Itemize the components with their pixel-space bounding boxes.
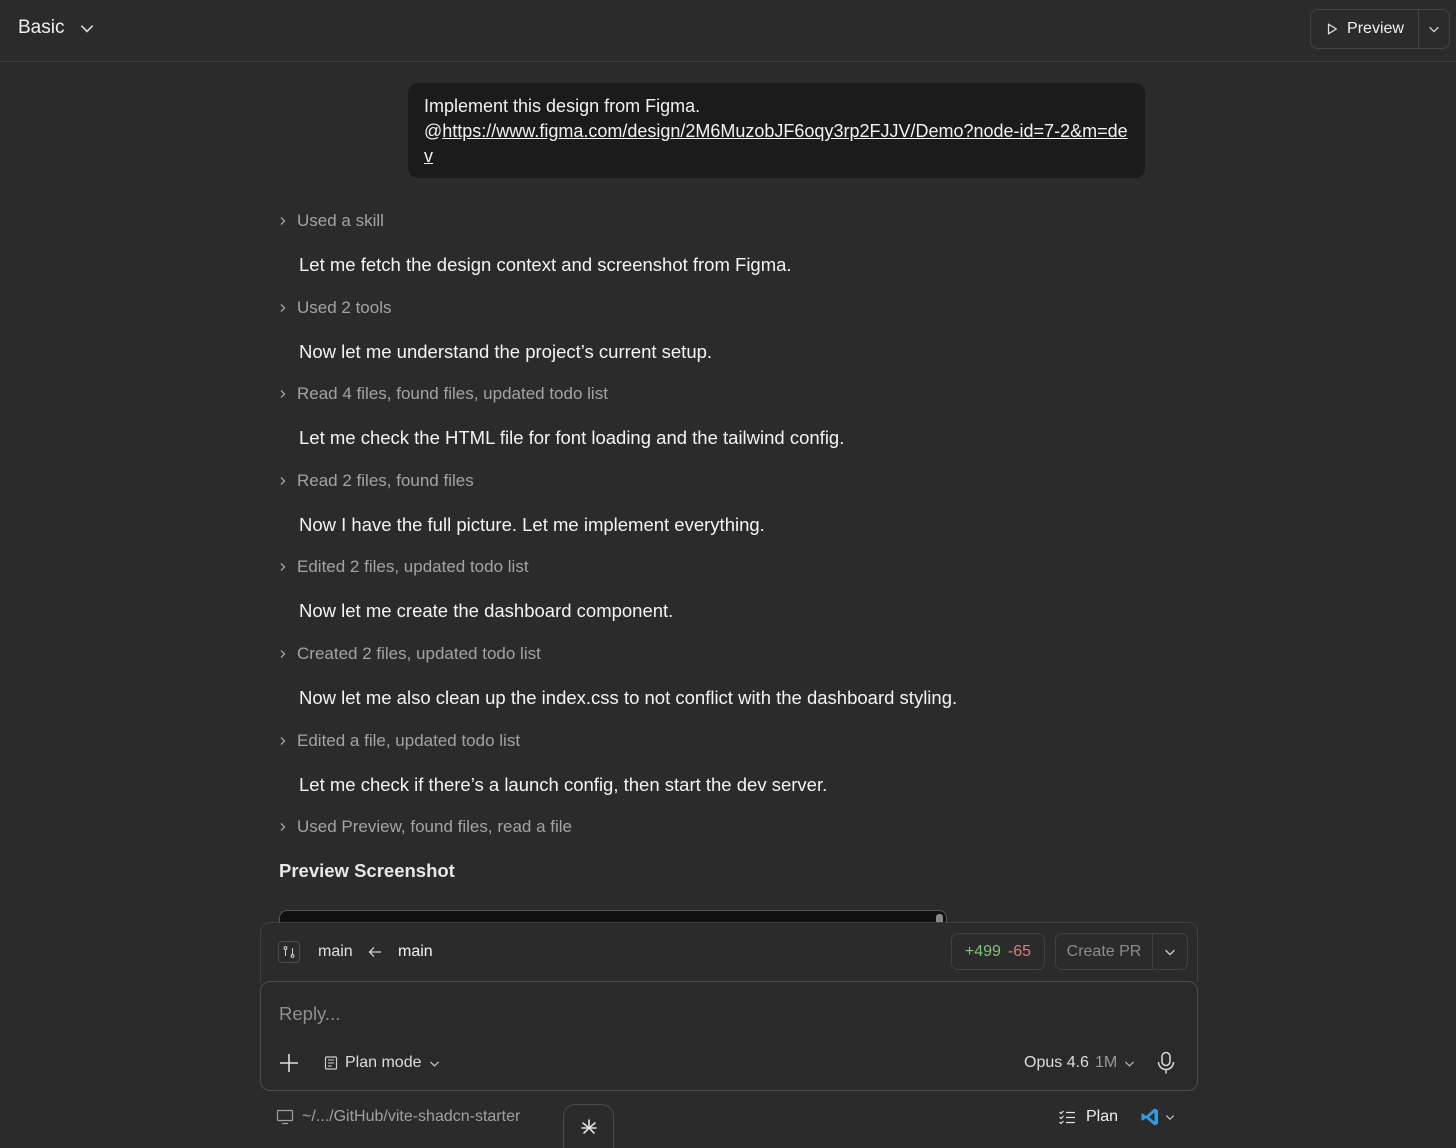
plan-label: Plan <box>1086 1108 1119 1125</box>
tool-step-collapsed[interactable]: Used Preview, found files, read a file <box>278 817 572 837</box>
model-context: 1M <box>1094 1054 1118 1071</box>
model-selector[interactable]: Opus 4.6 1M <box>1024 1054 1136 1072</box>
git-compare-icon <box>283 946 295 958</box>
checklist-icon <box>1059 1110 1075 1125</box>
preview-label: Preview <box>1347 20 1404 37</box>
chevron-right-icon <box>280 563 286 571</box>
assistant-message: Let me check the HTML file for font load… <box>299 427 845 448</box>
chevron-down-icon <box>429 1060 439 1067</box>
arrow-left-icon <box>367 945 383 964</box>
open-in-vscode-button[interactable] <box>1140 1107 1176 1127</box>
mode-label: Basic <box>18 17 65 38</box>
diff-stats-button[interactable]: +499 -65 <box>951 933 1045 970</box>
create-pr-button[interactable]: Create PR <box>1056 934 1153 969</box>
model-name: Opus 4.6 <box>1024 1054 1089 1071</box>
chevron-down-icon <box>1165 1115 1175 1121</box>
reply-composer: Plan mode Opus 4.6 1M <box>260 981 1198 1091</box>
assistant-message: Now I have the full picture. Let me impl… <box>299 514 765 535</box>
plus-icon[interactable] <box>278 1052 300 1074</box>
tool-step-label: Edited a file, updated todo list <box>297 731 521 750</box>
mention-symbol: @ <box>424 121 443 141</box>
plan-mode-label: Plan mode <box>345 1054 422 1071</box>
chevron-right-icon <box>280 217 286 225</box>
app-logo-tab[interactable] <box>563 1104 614 1148</box>
git-branch-icon[interactable] <box>278 941 300 963</box>
tool-step-collapsed[interactable]: Edited a file, updated todo list <box>278 731 520 751</box>
workspace-path-label: ~/.../GitHub/vite-shadcn-starter <box>302 1108 521 1125</box>
tool-step-collapsed[interactable]: Read 2 files, found files <box>278 471 474 491</box>
user-message-text: Implement this design from Figma. <box>424 96 701 116</box>
chevron-right-icon <box>280 390 286 398</box>
chevron-right-icon <box>280 304 286 312</box>
deletions-count: -65 <box>1007 942 1032 960</box>
chevron-right-icon <box>280 823 286 831</box>
create-pr-options-button[interactable] <box>1153 934 1187 969</box>
assistant-message: Let me fetch the design context and scre… <box>299 254 792 275</box>
tool-step-label: Edited 2 files, updated todo list <box>297 557 529 576</box>
chevron-down-icon <box>1165 949 1175 956</box>
chevron-down-icon <box>81 25 94 33</box>
monitor-icon <box>276 1109 294 1125</box>
chevron-down-icon <box>1429 26 1439 33</box>
preview-button[interactable]: Preview <box>1311 10 1419 48</box>
additions-count: +499 <box>964 942 1001 960</box>
create-pr-group: Create PR <box>1055 933 1188 970</box>
tool-step-label: Used Preview, found files, read a file <box>297 817 572 836</box>
tool-step-label: Read 4 files, found files, updated todo … <box>297 384 608 403</box>
tool-step-collapsed[interactable]: Created 2 files, updated todo list <box>278 644 541 664</box>
preview-options-button[interactable] <box>1419 10 1449 48</box>
chevron-right-icon <box>280 737 286 745</box>
source-branch[interactable]: main <box>318 943 353 961</box>
preview-button-group: Preview <box>1310 9 1450 49</box>
spark-logo-icon <box>580 1118 597 1134</box>
vscode-icon <box>1141 1108 1158 1126</box>
tool-step-collapsed[interactable]: Used 2 tools <box>278 298 392 318</box>
assistant-message: Now let me also clean up the index.css t… <box>299 687 958 708</box>
tool-step-label: Created 2 files, updated todo list <box>297 644 541 663</box>
assistant-message: Now let me understand the project’s curr… <box>299 341 713 362</box>
branch-bar: main main +499 -65 Create PR <box>260 922 1198 982</box>
chevron-right-icon <box>280 650 286 658</box>
assistant-message: Let me check if there’s a launch config,… <box>299 774 828 795</box>
plan-mode-icon <box>324 1056 338 1070</box>
tool-step-collapsed[interactable]: Used a skill <box>278 211 384 231</box>
target-branch[interactable]: main <box>398 943 433 961</box>
plan-mode-selector[interactable]: Plan mode <box>323 1054 441 1072</box>
chevron-right-icon <box>280 477 286 485</box>
tool-step-collapsed[interactable]: Edited 2 files, updated todo list <box>278 557 529 577</box>
reply-input[interactable] <box>279 1000 1159 1028</box>
top-bar: Basic Preview <box>0 0 1456 62</box>
tool-step-label: Read 2 files, found files <box>297 471 474 490</box>
tool-step-collapsed[interactable]: Read 4 files, found files, updated todo … <box>278 384 608 404</box>
mode-selector[interactable]: Basic <box>18 17 96 39</box>
chevron-down-icon <box>1125 1060 1135 1067</box>
assistant-message: Now let me create the dashboard componen… <box>299 600 674 621</box>
figma-link[interactable]: https://www.figma.com/design/2M6MuzobJF6… <box>424 121 1128 166</box>
plan-button[interactable]: Plan <box>1058 1108 1118 1126</box>
preview-screenshot-heading: Preview Screenshot <box>279 860 455 881</box>
tool-step-label: Used a skill <box>297 211 384 230</box>
workspace-path[interactable]: ~/.../GitHub/vite-shadcn-starter <box>276 1108 520 1126</box>
play-icon <box>1327 23 1338 35</box>
user-message: Implement this design from Figma. @https… <box>408 83 1145 178</box>
microphone-icon[interactable] <box>1156 1051 1176 1075</box>
tool-step-label: Used 2 tools <box>297 298 392 317</box>
